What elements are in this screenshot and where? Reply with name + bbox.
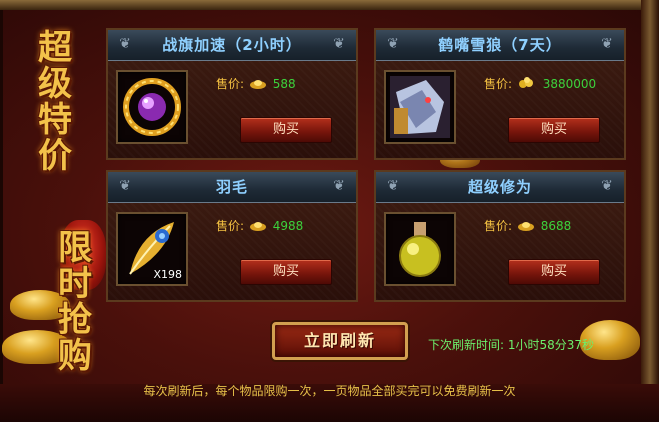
shop-item-card: ❦ 超级修为 ❦ 售价: 8688 购买 (374, 170, 626, 302)
price-value: 3880000 (542, 77, 597, 91)
shop-item-card: ❦ 鹤嘴雪狼（7天） ❦ 售价: 3880000 购买 (374, 28, 626, 160)
price-value: 4988 (272, 219, 304, 233)
yuanbao-ingot-icon (517, 218, 534, 236)
promo-super-special: 超级特价 (38, 28, 72, 176)
item-slot[interactable] (384, 70, 456, 144)
cloud-ornament-icon: ❦ (119, 36, 131, 52)
price-label: 售价: (484, 219, 513, 233)
item-slot[interactable] (116, 70, 188, 144)
snow-wolf-mount-icon (390, 76, 450, 138)
card-header: ❦ 超级修为 ❦ (376, 172, 624, 203)
buy-button[interactable]: 购买 (240, 117, 332, 143)
top-border (0, 0, 659, 10)
price-label: 售价: (216, 77, 245, 91)
price-label: 售价: (484, 77, 513, 91)
card-header: ❦ 羽毛 ❦ (108, 172, 356, 203)
item-title: 战旗加速（2小时） (162, 36, 302, 54)
price-row: 售价: 588 (216, 75, 296, 93)
next-refresh-timer: 下次刷新时间: 1小时58分37秒 (428, 336, 594, 353)
price-row: 售价: 8688 (484, 217, 571, 235)
cloud-ornament-icon: ❦ (387, 178, 399, 194)
potion-flask-icon (399, 222, 441, 277)
shop-item-card: ❦ 羽毛 ❦ X198 售价: 4988 购买 (106, 170, 358, 302)
footer-note: 每次刷新后，每个物品限购一次，一页物品全部买完可以免费刷新一次 (143, 384, 516, 398)
yuanbao-ingot-icon (249, 218, 266, 236)
cloud-ornament-icon: ❦ (387, 36, 399, 52)
right-border (641, 0, 659, 422)
item-title: 羽毛 (215, 178, 248, 196)
cloud-ornament-icon: ❦ (119, 178, 131, 194)
buy-button[interactable]: 购买 (508, 117, 600, 143)
promo-limited-time: 限时抢购 (58, 228, 92, 376)
buy-button[interactable]: 购买 (240, 259, 332, 285)
shop-item-card: ❦ 战旗加速（2小时） ❦ 售价: 588 购买 (106, 28, 358, 160)
purple-gem-amulet-icon (123, 78, 181, 136)
price-value: 8688 (540, 219, 572, 233)
card-header: ❦ 鹤嘴雪狼（7天） ❦ (376, 30, 624, 61)
item-slot[interactable] (384, 212, 456, 286)
cloud-ornament-icon: ❦ (333, 36, 345, 52)
item-quantity: X198 (153, 268, 182, 281)
item-slot[interactable]: X198 (116, 212, 188, 286)
cloud-ornament-icon: ❦ (333, 178, 345, 194)
refresh-button-label: 立即刷新 (303, 331, 376, 350)
gold-coins-icon (518, 76, 536, 94)
yuanbao-ingot-icon (249, 76, 266, 94)
price-row: 售价: 3880000 (484, 75, 596, 93)
price-value: 588 (272, 77, 296, 91)
buy-button[interactable]: 购买 (508, 259, 600, 285)
price-row: 售价: 4988 (216, 217, 303, 235)
card-header: ❦ 战旗加速（2小时） ❦ (108, 30, 356, 61)
cloud-ornament-icon: ❦ (601, 178, 613, 194)
price-label: 售价: (216, 219, 245, 233)
next-refresh-label: 下次刷新时间: (428, 338, 505, 352)
item-title: 超级修为 (467, 178, 532, 196)
refresh-now-button[interactable]: 立即刷新 (272, 322, 408, 360)
item-title: 鹤嘴雪狼（7天） (438, 36, 562, 54)
next-refresh-time: 1小时58分37秒 (507, 338, 595, 352)
cloud-ornament-icon: ❦ (601, 36, 613, 52)
